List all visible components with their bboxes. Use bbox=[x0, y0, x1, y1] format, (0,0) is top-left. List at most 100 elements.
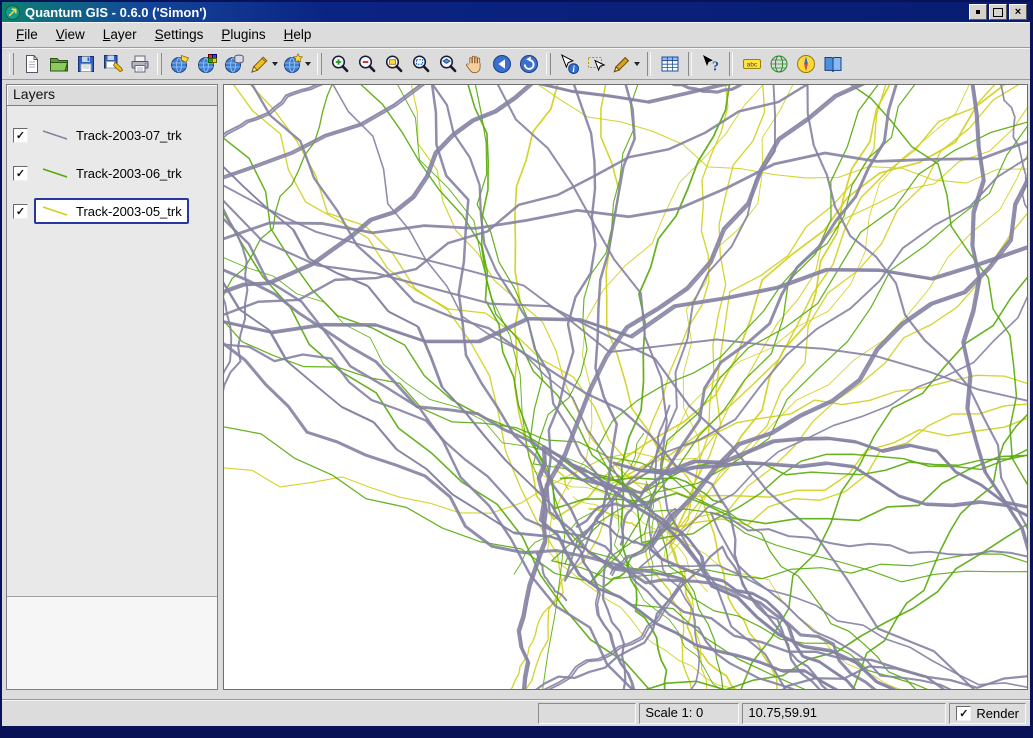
toolbar-handle[interactable] bbox=[9, 53, 14, 75]
show-labels-button[interactable]: abc bbox=[738, 50, 765, 77]
gps-track bbox=[965, 85, 1027, 596]
layer-item[interactable]: ✓ Track-2003-05_trk bbox=[10, 196, 213, 226]
zoom-out-button[interactable] bbox=[353, 50, 380, 77]
gps-track bbox=[739, 273, 1027, 689]
progress-box bbox=[538, 703, 636, 724]
layer-label: Track-2003-05_trk bbox=[76, 204, 182, 219]
pen-icon bbox=[611, 53, 633, 75]
whats-this-button[interactable]: ? bbox=[697, 50, 724, 77]
nav-back-icon bbox=[491, 53, 513, 75]
select-features-button[interactable] bbox=[582, 50, 609, 77]
dropdown-caret-icon[interactable] bbox=[272, 62, 278, 66]
open-project-button[interactable] bbox=[45, 50, 72, 77]
layer-entry[interactable]: Track-2003-07_trk bbox=[34, 122, 189, 148]
open-attribute-table-button[interactable] bbox=[656, 50, 683, 77]
menu-mnemonic: V bbox=[56, 27, 65, 42]
qgis-app-icon bbox=[5, 5, 20, 20]
new-vector-layer-button[interactable] bbox=[247, 50, 280, 77]
coordinate-display: 10.75,59.91 bbox=[742, 703, 946, 724]
layer-item[interactable]: ✓ Track-2003-06_trk bbox=[10, 158, 213, 188]
refresh-map-button[interactable] bbox=[515, 50, 542, 77]
help-contents-button[interactable] bbox=[792, 50, 819, 77]
gps-track bbox=[231, 85, 728, 468]
menu-view[interactable]: View bbox=[47, 24, 94, 45]
map-canvas[interactable] bbox=[223, 84, 1028, 690]
pan-map-button[interactable] bbox=[461, 50, 488, 77]
menu-file[interactable]: File bbox=[7, 24, 47, 45]
menu-layer[interactable]: Layer bbox=[94, 24, 146, 45]
custom-projection-button[interactable] bbox=[765, 50, 792, 77]
menu-mnemonic: P bbox=[221, 27, 230, 42]
globe-vector-icon bbox=[169, 53, 191, 75]
menu-help[interactable]: Help bbox=[275, 24, 321, 45]
select-icon bbox=[585, 53, 607, 75]
add-raster-layer-button[interactable] bbox=[193, 50, 220, 77]
toolbar-handle[interactable] bbox=[546, 53, 551, 75]
zoom-to-layer-button[interactable] bbox=[434, 50, 461, 77]
add-wms-layer-button[interactable] bbox=[280, 50, 313, 77]
identify-icon: i bbox=[558, 53, 580, 75]
layer-entry[interactable]: Track-2003-05_trk bbox=[34, 198, 189, 224]
table-icon bbox=[659, 53, 681, 75]
add-postgis-layer-button[interactable] bbox=[220, 50, 247, 77]
layers-panel-title: Layers bbox=[7, 85, 217, 106]
new-project-button[interactable] bbox=[18, 50, 45, 77]
layer-visibility-checkbox[interactable]: ✓ bbox=[13, 128, 28, 143]
globe-raster-icon bbox=[196, 53, 218, 75]
svg-text:abc: abc bbox=[746, 61, 757, 68]
zoom-in-button[interactable] bbox=[326, 50, 353, 77]
pencil-icon bbox=[249, 53, 271, 75]
add-vector-layer-button[interactable] bbox=[166, 50, 193, 77]
minimize-icon bbox=[976, 10, 980, 14]
toolbar: i? abc bbox=[2, 48, 1030, 80]
measure-line-button[interactable] bbox=[609, 50, 642, 77]
render-checkbox[interactable]: ✓ bbox=[956, 706, 971, 721]
layer-item[interactable]: ✓ Track-2003-07_trk bbox=[10, 120, 213, 150]
layer-entry[interactable]: Track-2003-06_trk bbox=[34, 160, 189, 186]
folder-icon bbox=[48, 53, 70, 75]
layer-symbol bbox=[38, 163, 72, 183]
main-area: Layers ✓ Track-2003-07_trk ✓ Track-2003-06_… bbox=[2, 80, 1030, 699]
print-button[interactable] bbox=[126, 50, 153, 77]
legend-empty-area bbox=[7, 596, 217, 689]
scale-display: Scale 1: 0 bbox=[639, 703, 739, 724]
globe-db-icon bbox=[223, 53, 245, 75]
layers-panel: Layers ✓ Track-2003-07_trk ✓ Track-2003-06_… bbox=[6, 84, 218, 690]
zoom-full-extent-button[interactable] bbox=[380, 50, 407, 77]
render-toggle[interactable]: ✓ Render bbox=[949, 703, 1026, 724]
docs-icon bbox=[822, 53, 844, 75]
minimize-button[interactable] bbox=[969, 4, 987, 20]
whats-this-icon: ? bbox=[700, 53, 722, 75]
gps-track bbox=[224, 85, 334, 309]
statusbar: Scale 1: 0 10.75,59.91 ✓ Render bbox=[2, 699, 1030, 726]
gps-track bbox=[396, 85, 565, 689]
dropdown-caret-icon[interactable] bbox=[634, 62, 640, 66]
qgis-homepage-button[interactable] bbox=[819, 50, 846, 77]
toolbar-handle[interactable] bbox=[317, 53, 322, 75]
toolbar-handle[interactable] bbox=[157, 53, 162, 75]
mag-full-icon bbox=[383, 53, 405, 75]
gps-track bbox=[432, 85, 635, 537]
menu-settings[interactable]: Settings bbox=[146, 24, 213, 45]
mag-plus-icon bbox=[329, 53, 351, 75]
toolbar-separator bbox=[729, 52, 733, 76]
hand-icon bbox=[464, 53, 486, 75]
layer-visibility-checkbox[interactable]: ✓ bbox=[13, 204, 28, 219]
zoom-to-selection-button[interactable] bbox=[407, 50, 434, 77]
identify-features-button[interactable]: i bbox=[555, 50, 582, 77]
menu-plugins[interactable]: Plugins bbox=[212, 24, 274, 45]
save-project-as-button[interactable] bbox=[99, 50, 126, 77]
layer-visibility-checkbox[interactable]: ✓ bbox=[13, 166, 28, 181]
close-button[interactable]: × bbox=[1009, 4, 1027, 20]
page-icon bbox=[21, 53, 43, 75]
dropdown-caret-icon[interactable] bbox=[305, 62, 311, 66]
menubar: FileViewLayerSettingsPluginsHelp bbox=[2, 22, 1030, 48]
nav-refresh-icon bbox=[518, 53, 540, 75]
titlebar[interactable]: Quantum GIS - 0.6.0 ('Simon') × bbox=[2, 2, 1030, 22]
svg-text:?: ? bbox=[712, 59, 719, 74]
save-project-button[interactable] bbox=[72, 50, 99, 77]
gps-track bbox=[224, 85, 897, 493]
menu-mnemonic: H bbox=[284, 27, 294, 42]
zoom-previous-button[interactable] bbox=[488, 50, 515, 77]
maximize-button[interactable] bbox=[989, 4, 1007, 20]
